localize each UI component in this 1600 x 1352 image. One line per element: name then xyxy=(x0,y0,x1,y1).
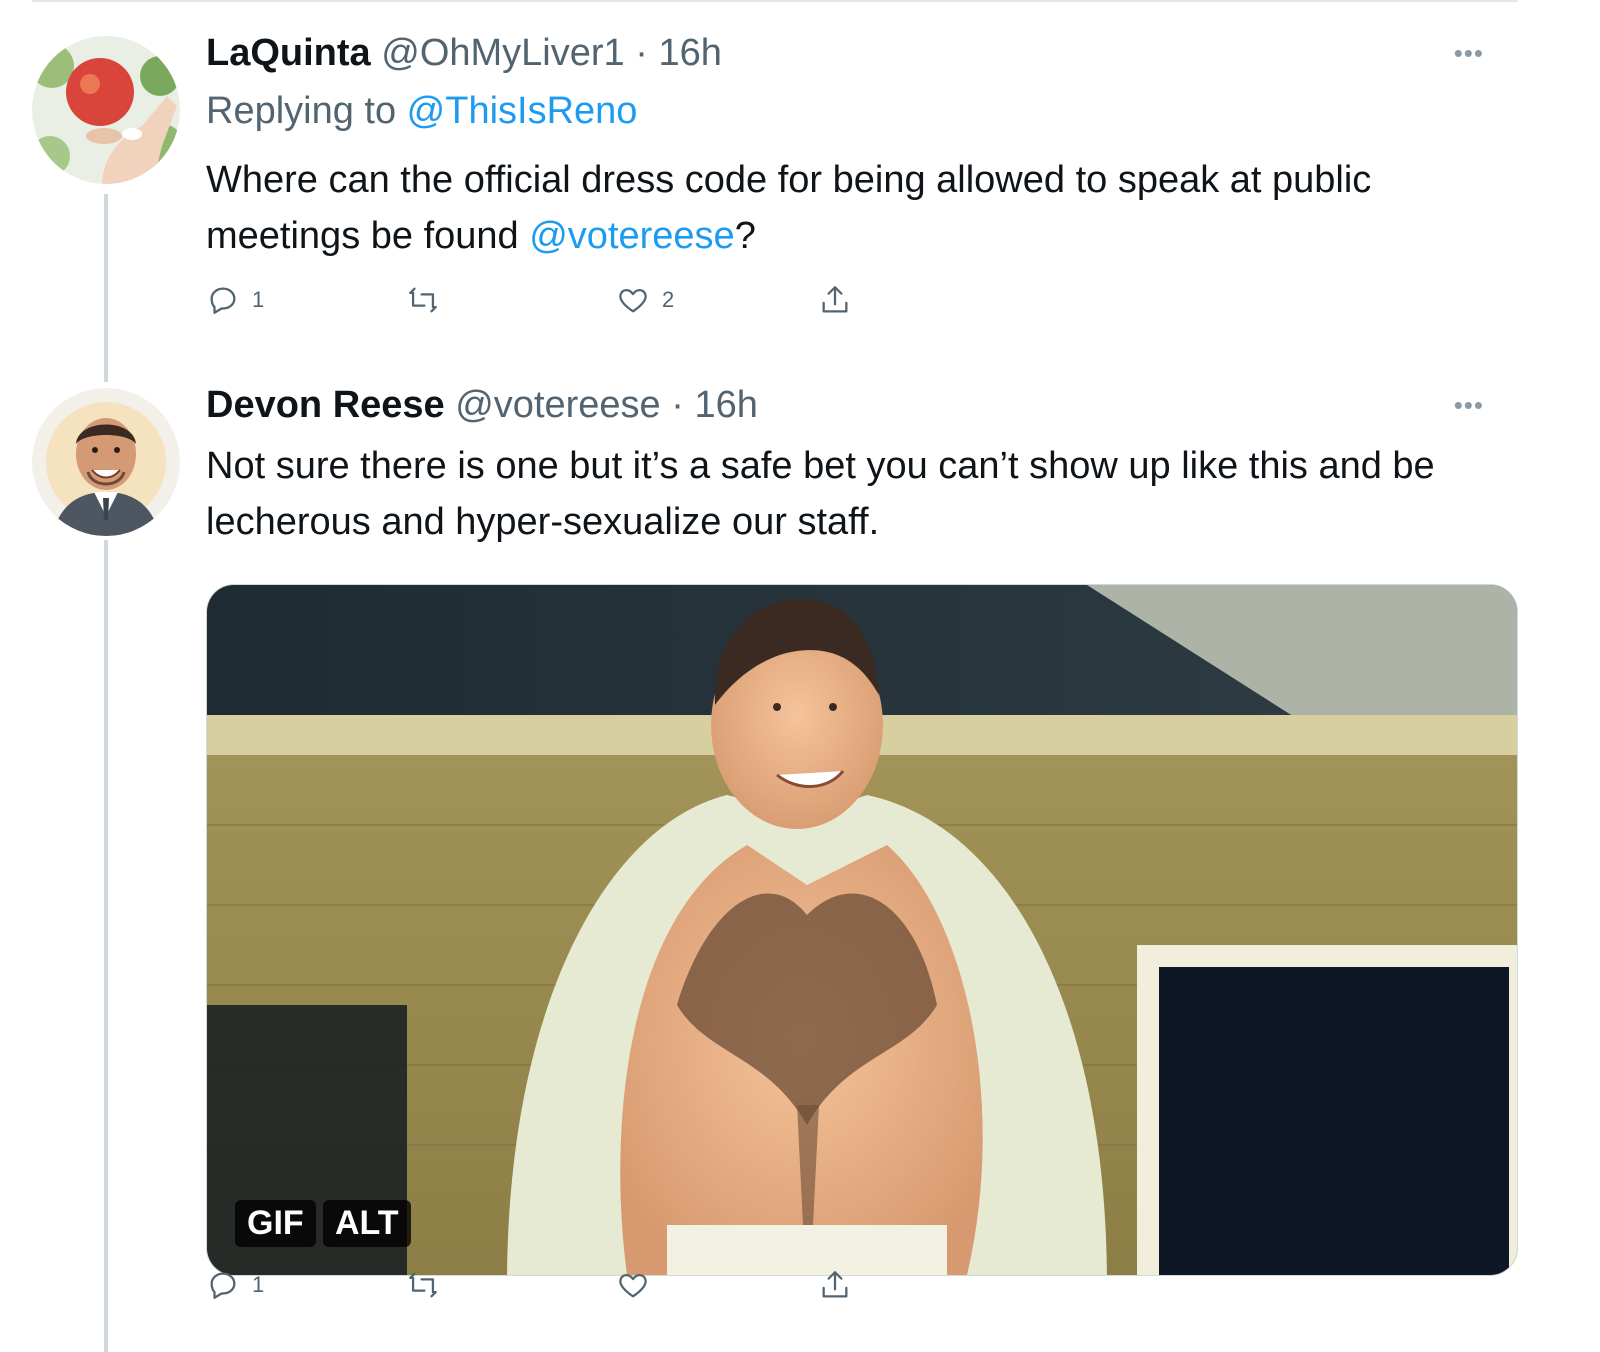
mention-link[interactable]: @votereese xyxy=(529,215,734,257)
tweet-header: LaQuinta @OhMyLiver1 · 16h xyxy=(206,32,722,75)
retweet-icon xyxy=(409,1272,437,1298)
reply-button[interactable]: 1 xyxy=(206,283,264,317)
avatar-laquinta[interactable] xyxy=(32,36,180,184)
reply-count: 1 xyxy=(252,287,265,312)
gif-badge: GIF xyxy=(235,1200,316,1247)
retweet-button[interactable] xyxy=(406,283,452,317)
user-handle[interactable]: @OhMyLiver1 xyxy=(381,32,624,74)
timestamp[interactable]: 16h xyxy=(694,384,757,426)
reply-count: 1 xyxy=(252,1272,265,1297)
tweet-text-part: Where can the official dress code for be… xyxy=(206,159,1372,257)
replying-handle-link[interactable]: @ThisIsReno xyxy=(407,90,638,132)
gif-image xyxy=(207,585,1517,1275)
retweet-button[interactable] xyxy=(406,1268,452,1302)
more-icon[interactable]: ••• xyxy=(1454,390,1484,421)
alt-text-button[interactable]: ALT xyxy=(323,1200,411,1247)
heart-icon xyxy=(619,288,647,313)
tweet-text: Where can the official dress code for be… xyxy=(206,152,1496,264)
reply-icon xyxy=(210,287,236,314)
share-button[interactable] xyxy=(818,1268,852,1302)
separator-dot: · xyxy=(671,384,684,426)
share-button[interactable] xyxy=(818,283,852,317)
tweet-text: Not sure there is one but it’s a safe be… xyxy=(206,445,1435,543)
avatar-devon-reese[interactable] xyxy=(32,388,180,536)
share-icon xyxy=(822,286,848,313)
more-icon[interactable]: ••• xyxy=(1454,38,1484,69)
reply-icon xyxy=(210,1272,236,1299)
timestamp[interactable]: 16h xyxy=(658,32,721,74)
like-button[interactable] xyxy=(616,1268,662,1302)
replying-to: Replying to @ThisIsReno xyxy=(206,90,637,133)
gif-media[interactable]: GIF ALT xyxy=(206,584,1518,1276)
separator-dot: · xyxy=(635,32,648,74)
retweet-icon xyxy=(409,287,437,313)
share-icon xyxy=(822,1271,848,1298)
like-button[interactable]: 2 xyxy=(616,283,674,317)
thread-line xyxy=(104,540,108,1352)
top-divider xyxy=(32,0,1518,2)
like-count: 2 xyxy=(662,287,675,312)
user-handle[interactable]: @votereese xyxy=(455,384,660,426)
tweet-header: Devon Reese @votereese · 16h xyxy=(206,384,758,427)
display-name[interactable]: LaQuinta xyxy=(206,32,371,74)
replying-prefix: Replying to xyxy=(206,90,407,132)
tweet-text-part: ? xyxy=(734,215,756,257)
reply-button[interactable]: 1 xyxy=(206,1268,264,1302)
heart-icon xyxy=(619,1273,647,1298)
thread-line xyxy=(104,194,108,382)
display-name[interactable]: Devon Reese xyxy=(206,384,445,426)
